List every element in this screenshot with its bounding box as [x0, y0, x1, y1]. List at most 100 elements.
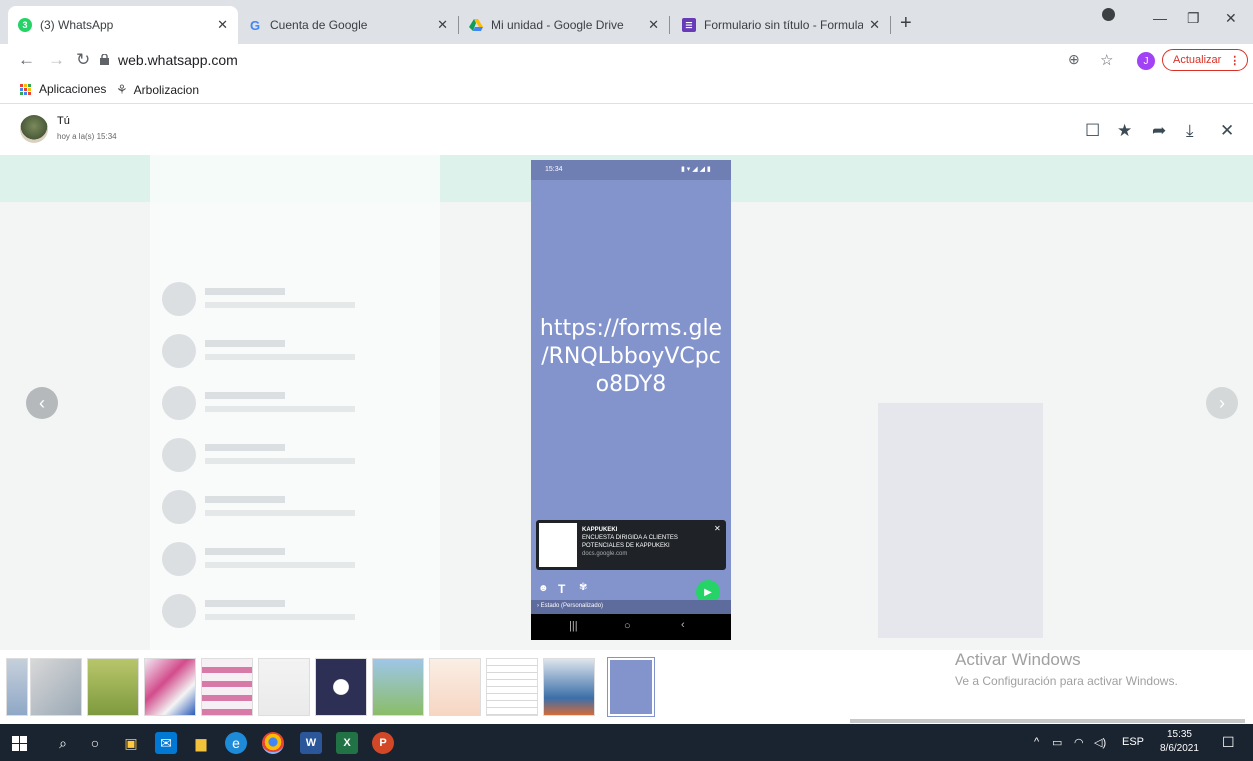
url-field[interactable]: web.whatsapp.com [118, 52, 238, 68]
restore-button[interactable]: ❐ [1187, 10, 1200, 27]
link-text: https://forms.gle /RNQLbboyVCpc o8DY8 [531, 315, 731, 399]
profile-avatar[interactable]: J [1137, 52, 1155, 70]
backdrop-image-bubble [878, 403, 1043, 638]
tab-google-account[interactable]: G Cuenta de Google ✕ [238, 6, 458, 44]
zoom-icon[interactable]: ⊕ [1068, 51, 1080, 68]
bookmark-apps[interactable]: Aplicaciones [20, 82, 106, 96]
recents-icon: ||| [569, 620, 578, 632]
chrome-icon[interactable] [262, 732, 284, 754]
link-preview-card: KAPPUKEKI ENCUESTA DIRIGIDA A CLIENTES P… [536, 520, 726, 570]
new-tab-button[interactable]: + [900, 12, 912, 35]
windows-start-icon[interactable] [8, 732, 30, 754]
bookmark-star-icon[interactable]: ☆ [1100, 51, 1113, 69]
close-tab-icon[interactable]: ✕ [648, 17, 659, 33]
language-indicator[interactable]: ESP [1122, 736, 1144, 748]
powerpoint-icon[interactable]: P [372, 732, 394, 754]
lock-icon [100, 54, 109, 65]
tab-google-forms[interactable]: ☰ Formulario sin título - Formulario ✕ [672, 6, 890, 44]
notifications-icon[interactable]: ☐ [1222, 734, 1235, 751]
ghost-chat-row [160, 592, 440, 632]
palette-icon: ✾ [579, 582, 588, 593]
home-icon: ○ [624, 620, 631, 632]
emoji-icon: ☻ [538, 583, 549, 594]
minimize-button[interactable]: — [1153, 10, 1167, 26]
media-image: 15:34 ▮ ▾ ◢ ◢ ▮ https://forms.gle /RNQLb… [531, 160, 731, 640]
ghost-chat-row [160, 384, 440, 424]
preview-thumbnail [539, 523, 577, 567]
media-thumbnail[interactable] [6, 658, 28, 716]
media-thumbnail[interactable] [258, 658, 310, 716]
back-icon[interactable]: ← [18, 50, 35, 70]
bookmark-arbolizacion[interactable]: ⚘ Arbolizacion [116, 82, 199, 98]
close-window-button[interactable]: ✕ [1225, 10, 1237, 27]
file-explorer-icon[interactable]: ▆ [190, 732, 212, 754]
mail-icon[interactable]: ✉ [155, 732, 177, 754]
apps-grid-icon [20, 83, 31, 95]
next-media-button[interactable]: › [1206, 387, 1238, 419]
media-thumbnail[interactable] [144, 658, 196, 716]
media-viewer-header: Tú hoy a la(s) 15:34 ☐ ★ ➦ ⤓ ✕ [0, 105, 1253, 155]
update-button[interactable]: Actualizar ⋮ [1162, 49, 1248, 71]
tab-title: (3) WhatsApp [40, 18, 114, 32]
bookmark-label: Aplicaciones [39, 82, 107, 96]
media-thumbnail[interactable] [372, 658, 424, 716]
status-audience-label: Estado (Personalizado) [540, 603, 604, 609]
media-thumbnail[interactable] [201, 658, 253, 716]
phone-status-bar: 15:34 ▮ ▾ ◢ ◢ ▮ [531, 160, 731, 180]
tab-google-drive[interactable]: Mi unidad - Google Drive ✕ [459, 6, 669, 44]
reload-icon[interactable]: ↻ [76, 50, 90, 70]
link-line: o8DY8 [595, 372, 667, 397]
battery-icon[interactable]: ▭ [1052, 736, 1062, 749]
media-thumbnail[interactable] [429, 658, 481, 716]
ghost-chat-row [160, 332, 440, 372]
wifi-icon[interactable]: ◠ [1074, 736, 1084, 749]
star-icon[interactable]: ★ [1117, 121, 1132, 141]
excel-icon[interactable]: X [336, 732, 358, 754]
preview-domain: docs.google.com [582, 551, 628, 557]
word-icon[interactable]: W [300, 732, 322, 754]
windows-activation-notice: Activar Windows Ve a Configuración para … [955, 650, 1178, 688]
google-forms-icon: ☰ [682, 18, 696, 32]
preview-close-icon: ✕ [714, 524, 721, 533]
media-thumbnail[interactable] [543, 658, 595, 716]
media-thumbnail[interactable] [486, 658, 538, 716]
message-time: hoy a la(s) 15:34 [57, 132, 117, 141]
ghost-chat-row [160, 280, 440, 320]
text-icon: T [558, 582, 566, 596]
media-thumbnail-selected[interactable] [608, 658, 654, 716]
tab-title: Mi unidad - Google Drive [491, 18, 624, 32]
edge-icon[interactable]: e [225, 732, 247, 754]
status-audience: › Estado (Personalizado) [531, 600, 731, 614]
tab-search-icon[interactable] [1102, 8, 1115, 21]
search-icon[interactable]: ⌕ [52, 732, 74, 754]
close-tab-icon[interactable]: ✕ [437, 17, 448, 33]
tab-separator [669, 16, 670, 34]
tab-whatsapp[interactable]: 3 (3) WhatsApp ✕ [8, 6, 238, 44]
media-thumbnail[interactable] [30, 658, 82, 716]
horizontal-scrollbar[interactable] [850, 719, 1245, 723]
tab-separator [890, 16, 891, 34]
store-icon[interactable]: ▣ [120, 732, 142, 754]
bookmarks-bar: Aplicaciones ⚘ Arbolizacion [0, 76, 1253, 104]
avatar[interactable] [20, 115, 48, 143]
update-label: Actualizar [1173, 54, 1222, 66]
forward-icon[interactable]: ➦ [1152, 121, 1166, 141]
close-tab-icon[interactable]: ✕ [217, 17, 228, 33]
close-tab-icon[interactable]: ✕ [869, 17, 880, 33]
ghost-chat-row [160, 488, 440, 528]
system-clock[interactable]: 15:35 8/6/2021 [1160, 728, 1199, 756]
chevron-up-icon[interactable]: ^ [1034, 736, 1039, 748]
volume-icon[interactable]: ◁) [1094, 736, 1106, 749]
close-icon[interactable]: ✕ [1220, 121, 1234, 141]
ghost-chat-row [160, 540, 440, 580]
link-line: https://forms.gle [539, 316, 723, 341]
clock-time: 15:35 [1166, 729, 1192, 740]
previous-media-button[interactable]: ‹ [26, 387, 58, 419]
download-icon[interactable]: ⤓ [1186, 121, 1194, 141]
forward-icon[interactable]: → [48, 50, 65, 70]
cortana-icon[interactable]: ○ [84, 732, 106, 754]
windows-taskbar: ⌕ ○ ▣ ✉ ▆ e W X P ^ ▭ ◠ ◁) ESP 15:35 8/6… [0, 724, 1253, 761]
media-thumbnail[interactable] [315, 658, 367, 716]
media-thumbnail[interactable] [87, 658, 139, 716]
message-icon[interactable]: ☐ [1085, 121, 1100, 141]
